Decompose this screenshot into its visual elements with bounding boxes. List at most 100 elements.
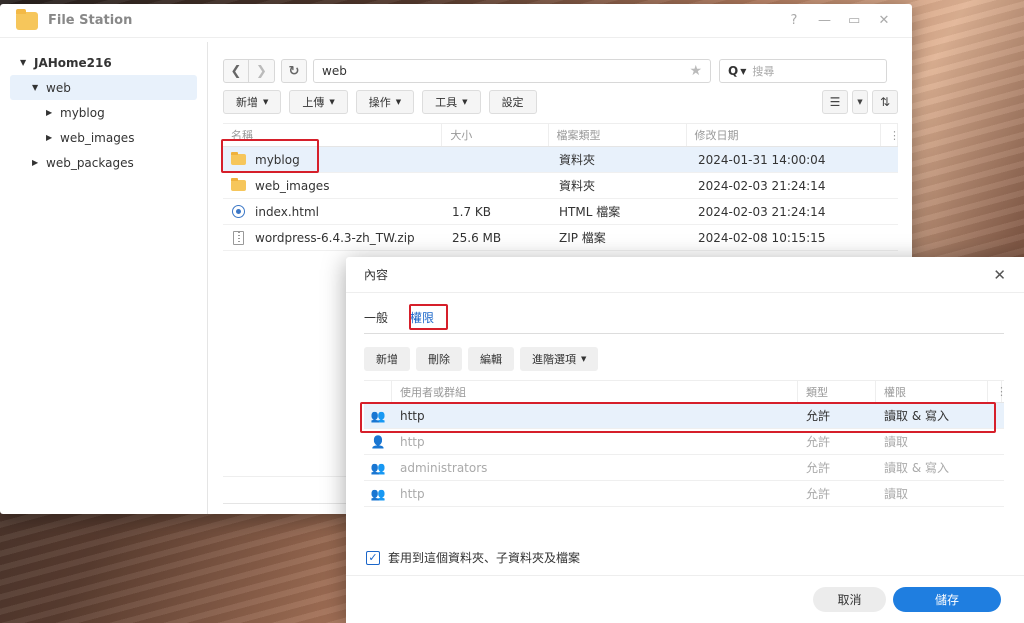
perm-value: 讀取	[884, 487, 909, 501]
user-name: administrators	[400, 460, 488, 475]
folder-icon	[231, 178, 246, 191]
caret-right-icon[interactable]: ▶	[46, 133, 60, 142]
table-row[interactable]: index.html 1.7 KB HTML 檔案 2024-02-03 21:…	[223, 199, 898, 225]
edit-permission-button[interactable]: 編輯	[468, 347, 514, 371]
advanced-options-button[interactable]: 進階選項 ▼	[520, 347, 599, 371]
tree-item-web[interactable]: ▼ web	[10, 75, 197, 100]
chevron-down-icon: ▼	[263, 98, 269, 106]
file-type: HTML 檔案	[559, 205, 621, 219]
perm-value: 讀取 & 寫入	[884, 409, 949, 423]
add-permission-button[interactable]: 新增	[364, 347, 410, 371]
chevron-down-icon: ▼	[329, 98, 335, 106]
tab-permission[interactable]: 權限	[410, 309, 434, 330]
help-icon[interactable]: ?	[788, 13, 800, 28]
col-permission[interactable]: 權限	[876, 381, 988, 402]
sort-icon: ⇅	[879, 95, 891, 109]
tools-button[interactable]: 工具 ▼	[422, 90, 481, 114]
table-row[interactable]: 👤 http 允許 讀取	[364, 429, 1004, 455]
button-label: 刪除	[428, 353, 450, 366]
create-button[interactable]: 新增 ▼	[223, 90, 282, 114]
maximize-icon[interactable]: ▭	[848, 13, 860, 28]
upload-button[interactable]: 上傳 ▼	[289, 90, 348, 114]
tab-general[interactable]: 一般	[364, 309, 388, 330]
user-icon: 👤	[370, 434, 386, 449]
search-icon[interactable]: Q	[728, 64, 738, 78]
tree-root-label: JAHome216	[34, 55, 112, 70]
file-date: 2024-02-03 21:24:14	[698, 204, 826, 219]
minimize-icon[interactable]: —	[818, 13, 831, 28]
close-icon[interactable]: ✕	[878, 13, 890, 28]
chevron-left-icon: ❮	[230, 63, 242, 79]
user-name: http	[400, 486, 425, 501]
tree-item-label: web_packages	[46, 155, 134, 170]
window-title: File Station	[48, 13, 133, 28]
folder-icon	[231, 152, 246, 165]
column-options-icon[interactable]: ⋮	[988, 381, 1007, 402]
cancel-button[interactable]: 取消	[813, 587, 886, 612]
button-label: 新增	[376, 353, 398, 366]
delete-permission-button[interactable]: 刪除	[416, 347, 462, 371]
group-icon: 👥	[370, 460, 386, 475]
search-input[interactable]: Q ▼ 搜尋	[719, 59, 887, 83]
html-file-icon	[232, 205, 245, 218]
table-row[interactable]: web_images 資料夾 2024-02-03 21:24:14	[223, 173, 898, 199]
zip-file-icon	[233, 230, 244, 245]
caret-down-icon[interactable]: ▼	[20, 58, 34, 67]
col-user-group[interactable]: 使用者或群組	[392, 381, 798, 402]
apply-to-children-checkbox[interactable]: ✓ 套用到這個資料夾、子資料夾及檔案	[366, 549, 580, 566]
tree-item-myblog[interactable]: ▶ myblog	[0, 100, 207, 125]
col-type[interactable]: 類型	[798, 381, 876, 402]
tree-item-web-images[interactable]: ▶ web_images	[0, 125, 207, 150]
forward-button[interactable]: ❯	[249, 59, 275, 83]
table-row[interactable]: myblog 資料夾 2024-01-31 14:00:04	[223, 147, 898, 173]
save-button[interactable]: 儲存	[893, 587, 1001, 612]
back-button[interactable]: ❮	[223, 59, 249, 83]
close-icon[interactable]: ✕	[993, 266, 1006, 284]
col-type[interactable]: 檔案類型	[549, 124, 687, 146]
column-options-icon[interactable]: ⋮	[881, 124, 900, 146]
perm-type: 允許	[806, 435, 831, 449]
file-size: 1.7 KB	[452, 204, 491, 219]
col-name[interactable]: 名稱	[223, 124, 443, 146]
button-label: 設定	[501, 96, 524, 109]
perm-type: 允許	[806, 461, 831, 475]
col-date[interactable]: 修改日期	[687, 124, 882, 146]
file-type: 資料夾	[559, 179, 596, 193]
table-row[interactable]: 👥 administrators 允許 讀取 & 寫入	[364, 455, 1004, 481]
permission-table: 使用者或群組 類型 權限 ⋮ 👥 http 允許 讀取 & 寫入 👤 http …	[364, 380, 1007, 507]
dialog-title: 內容	[364, 268, 389, 282]
sort-button[interactable]: ⇅	[872, 90, 898, 114]
tree-root[interactable]: ▼ JAHome216	[0, 50, 207, 75]
checkmark-icon[interactable]: ✓	[366, 550, 380, 565]
user-name: http	[400, 434, 425, 449]
caret-right-icon[interactable]: ▶	[32, 158, 46, 167]
chevron-down-icon: ▼	[395, 98, 402, 106]
view-dropdown-button[interactable]: ▼	[852, 90, 868, 114]
caret-right-icon[interactable]: ▶	[46, 108, 60, 117]
table-row[interactable]: 👥 http 允許 讀取 & 寫入	[364, 403, 1004, 429]
refresh-button[interactable]: ↻	[281, 59, 307, 83]
toolbar: 新增 ▼ 上傳 ▼ 操作 ▼ 工具 ▼ 設定 ☰ ▼ ⇅	[223, 90, 898, 114]
caret-down-icon[interactable]: ▼	[32, 83, 46, 92]
icon-col	[364, 381, 392, 402]
file-table: 名稱 大小 檔案類型 修改日期 ⋮ myblog 資料夾 2024-01-31 …	[223, 123, 900, 251]
list-icon: ☰	[829, 95, 841, 109]
table-row[interactable]: 👥 http 允許 讀取	[364, 481, 1004, 507]
navigation-bar: ❮ ❯ ↻ web ★ Q ▼ 搜尋	[223, 58, 898, 84]
properties-dialog: 內容 ✕ 一般 權限 新增 刪除 編輯 進階選項 ▼ 使用者或群組 類型 權限 ⋮…	[346, 257, 1024, 623]
chevron-down-icon[interactable]: ▼	[740, 67, 746, 76]
dialog-tabs: 一般 權限	[364, 306, 1004, 334]
table-row[interactable]: wordpress-6.4.3-zh_TW.zip 25.6 MB ZIP 檔案…	[223, 225, 898, 251]
list-view-button[interactable]: ☰	[822, 90, 848, 114]
path-input[interactable]: web ★	[313, 59, 711, 83]
star-icon[interactable]: ★	[689, 63, 702, 79]
action-button[interactable]: 操作 ▼	[355, 90, 415, 114]
tree-item-web-packages[interactable]: ▶ web_packages	[0, 150, 207, 175]
window-controls: ? — ▭ ✕	[788, 13, 912, 28]
group-icon: 👥	[370, 408, 386, 423]
dialog-footer: 取消 儲存	[346, 575, 1024, 623]
file-date: 2024-01-31 14:00:04	[698, 152, 826, 167]
col-size[interactable]: 大小	[442, 124, 549, 146]
table-header: 名稱 大小 檔案類型 修改日期 ⋮	[223, 123, 900, 147]
settings-button[interactable]: 設定	[488, 90, 537, 114]
